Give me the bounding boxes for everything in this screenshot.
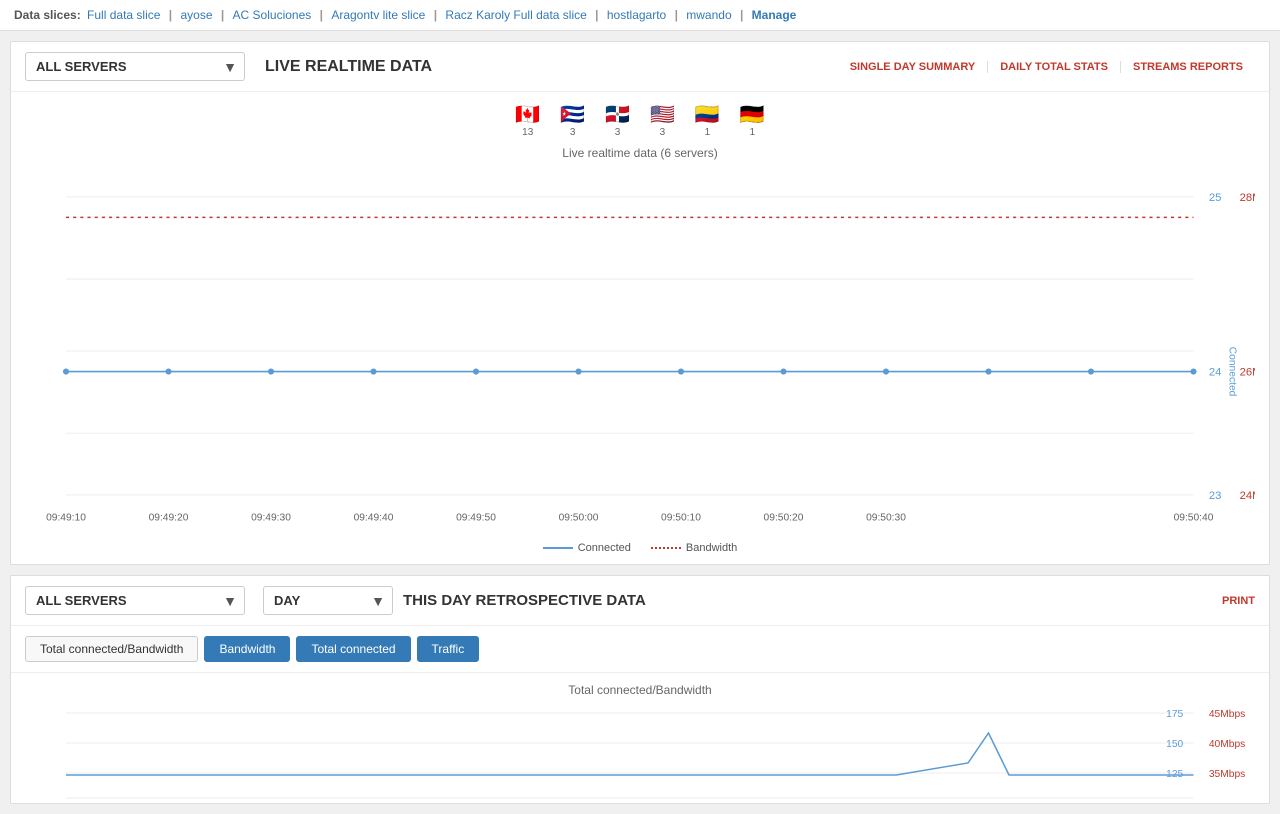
filter-traffic[interactable]: Traffic <box>417 636 480 662</box>
flag-cuba: 🇨🇺 3 <box>560 102 585 138</box>
nav-single-day[interactable]: SINGLE DAY SUMMARY <box>838 61 988 73</box>
live-realtime-panel: ALL SERVERS ▼ LIVE REALTIME DATA SINGLE … <box>10 41 1270 565</box>
legend-connected-label: Connected <box>578 542 631 554</box>
period-select-wrapper: DAY ▼ <box>263 586 393 615</box>
legend-bandwidth-line <box>651 547 681 549</box>
flag-usa: 🇺🇸 3 <box>650 102 675 138</box>
retro-y-175: 175 <box>1166 709 1183 720</box>
nav-streams[interactable]: STREAMS REPORTS <box>1120 61 1255 73</box>
bottom-server-select[interactable]: ALL SERVERS <box>25 586 245 615</box>
germany-flag-icon: 🇩🇪 <box>740 102 765 127</box>
flag-germany: 🇩🇪 1 <box>740 102 765 138</box>
y-bandwidth-24: 24Mbps <box>1240 490 1255 502</box>
retro-chart-subtitle: Total connected/Bandwidth <box>25 683 1255 697</box>
top-server-select[interactable]: ALL SERVERS <box>25 52 245 81</box>
y-connected-25: 25 <box>1209 192 1222 204</box>
live-panel-title: LIVE REALTIME DATA <box>265 58 838 76</box>
cuba-count: 3 <box>570 127 576 138</box>
filter-total-connected[interactable]: Total connected <box>296 636 410 662</box>
retro-y-45: 45Mbps <box>1209 709 1245 720</box>
slice-mwando[interactable]: mwando <box>686 8 731 22</box>
germany-count: 1 <box>749 127 755 138</box>
top-server-select-wrapper: ALL SERVERS ▼ <box>25 52 245 81</box>
dominican-count: 3 <box>615 127 621 138</box>
flag-canada: 🇨🇦 13 <box>515 102 540 138</box>
retro-y-35: 35Mbps <box>1209 769 1245 780</box>
x-label-7: 09:50:20 <box>764 513 804 524</box>
cuba-flag-icon: 🇨🇺 <box>560 102 585 127</box>
retro-y-40: 40Mbps <box>1209 739 1245 750</box>
slice-full-data[interactable]: Full data slice <box>87 8 160 22</box>
colombia-count: 1 <box>705 127 711 138</box>
canada-count: 13 <box>522 127 533 138</box>
retro-panel-title: THIS DAY RETROSPECTIVE DATA <box>403 592 1212 609</box>
live-panel-nav: SINGLE DAY SUMMARY DAILY TOTAL STATS STR… <box>838 61 1255 73</box>
slice-racz[interactable]: Racz Karoly Full data slice <box>445 8 586 22</box>
slice-ayose[interactable]: ayose <box>180 8 212 22</box>
y-axis-connected-label: Connected <box>1226 347 1237 397</box>
x-label-6: 09:50:10 <box>661 513 701 524</box>
slice-aragontv[interactable]: Aragontv lite slice <box>331 8 425 22</box>
legend-bandwidth-label: Bandwidth <box>686 542 737 554</box>
bottom-chart-area: Total connected/Bandwidth 45Mbps 40Mbps … <box>11 673 1269 803</box>
filter-buttons-row: Total connected/Bandwidth Bandwidth Tota… <box>11 626 1269 673</box>
y-connected-23: 23 <box>1209 490 1222 502</box>
canada-flag-icon: 🇨🇦 <box>515 102 540 127</box>
x-label-9: 09:50:40 <box>1174 513 1214 524</box>
live-chart-area: 🇨🇦 13 🇨🇺 3 🇩🇴 3 🇺🇸 3 🇨🇴 1 🇩🇪 1 <box>11 92 1269 564</box>
live-chart-svg: 25 24 23 28Mbps 26Mbps 24Mbps Connected … <box>25 166 1255 536</box>
data-slices-bar: Data slices: Full data slice | ayose | A… <box>0 0 1280 31</box>
x-label-4: 09:49:50 <box>456 513 496 524</box>
x-label-2: 09:49:30 <box>251 513 291 524</box>
nav-daily-total[interactable]: DAILY TOTAL STATS <box>987 61 1120 73</box>
y-bandwidth-28: 28Mbps <box>1240 192 1255 204</box>
filter-total-bandwidth[interactable]: Total connected/Bandwidth <box>25 636 198 662</box>
y-axis-bandwidth-label: Bandwidth <box>1252 348 1255 396</box>
usa-flag-icon: 🇺🇸 <box>650 102 675 127</box>
bottom-server-select-wrapper: ALL SERVERS ▼ <box>25 586 245 615</box>
chart-legend: Connected Bandwidth <box>25 542 1255 554</box>
data-slices-label: Data slices: <box>14 8 81 22</box>
x-label-0: 09:49:10 <box>46 513 86 524</box>
live-panel-header: ALL SERVERS ▼ LIVE REALTIME DATA SINGLE … <box>11 42 1269 92</box>
legend-connected-line <box>543 547 573 549</box>
print-link[interactable]: PRINT <box>1222 595 1255 607</box>
retro-y-150: 150 <box>1166 739 1183 750</box>
legend-connected: Connected <box>543 542 631 554</box>
slice-hostlagarto[interactable]: hostlagarto <box>607 8 666 22</box>
colombia-flag-icon: 🇨🇴 <box>695 102 720 127</box>
retro-panel-header: ALL SERVERS ▼ DAY ▼ THIS DAY RETROSPECTI… <box>11 576 1269 626</box>
flag-dominican: 🇩🇴 3 <box>605 102 630 138</box>
live-chart-container: 25 24 23 28Mbps 26Mbps 24Mbps Connected … <box>25 166 1255 536</box>
slice-manage[interactable]: Manage <box>752 8 797 22</box>
legend-bandwidth: Bandwidth <box>651 542 737 554</box>
live-chart-subtitle: Live realtime data (6 servers) <box>25 146 1255 160</box>
x-label-1: 09:49:20 <box>149 513 189 524</box>
dominican-flag-icon: 🇩🇴 <box>605 102 630 127</box>
period-select[interactable]: DAY <box>263 586 393 615</box>
retrospective-panel: ALL SERVERS ▼ DAY ▼ THIS DAY RETROSPECTI… <box>10 575 1270 804</box>
x-label-8: 09:50:30 <box>866 513 906 524</box>
x-label-3: 09:49:40 <box>354 513 394 524</box>
x-label-5: 09:50:00 <box>559 513 599 524</box>
flag-colombia: 🇨🇴 1 <box>695 102 720 138</box>
slice-ac-soluciones[interactable]: AC Soluciones <box>233 8 312 22</box>
filter-bandwidth[interactable]: Bandwidth <box>204 636 290 662</box>
y-connected-24: 24 <box>1209 367 1222 379</box>
retro-chart-svg: 45Mbps 40Mbps 35Mbps 175 150 125 <box>25 703 1255 803</box>
usa-count: 3 <box>660 127 666 138</box>
flags-row: 🇨🇦 13 🇨🇺 3 🇩🇴 3 🇺🇸 3 🇨🇴 1 🇩🇪 1 <box>25 102 1255 138</box>
